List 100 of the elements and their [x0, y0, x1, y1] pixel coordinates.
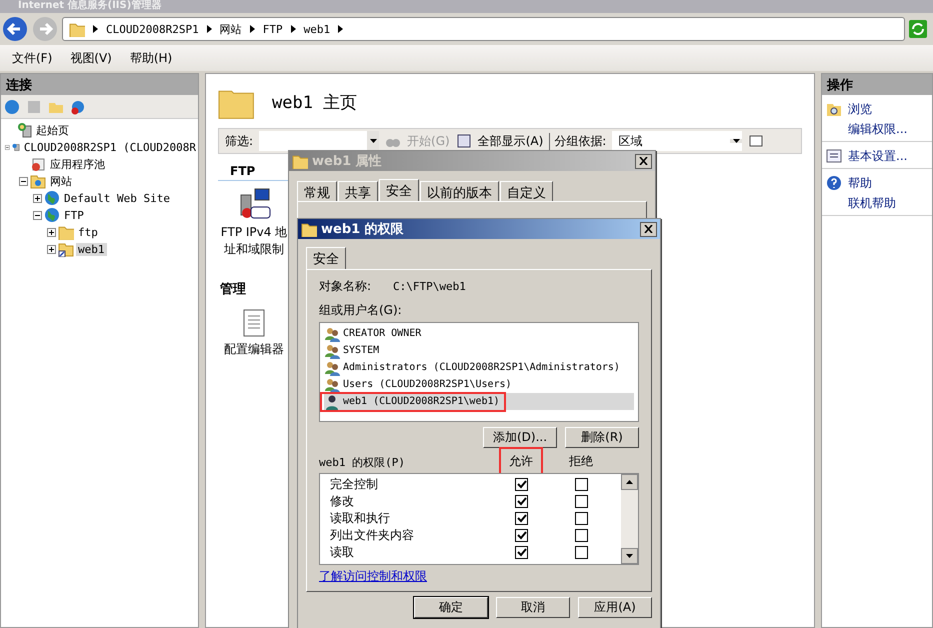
- add-button[interactable]: 添加(D)...: [483, 427, 557, 448]
- settings-icon: [826, 148, 842, 164]
- tree-item[interactable]: ftp: [76, 226, 100, 238]
- pane-header: 操作: [822, 74, 932, 95]
- dropdown-icon[interactable]: [626, 554, 633, 558]
- checkbox[interactable]: [574, 478, 588, 491]
- group-by-select[interactable]: 区域: [612, 131, 742, 151]
- caret-icon[interactable]: [93, 25, 98, 33]
- column-header: 拒绝: [568, 453, 594, 470]
- collapse-toggle[interactable]: [5, 142, 10, 152]
- tree-item[interactable]: FTP: [62, 208, 86, 222]
- tab[interactable]: 共享: [338, 181, 378, 201]
- expand-toggle[interactable]: [47, 244, 56, 254]
- pool-icon: [30, 156, 46, 172]
- checkbox[interactable]: [574, 529, 588, 542]
- menu-item[interactable]: 帮助(H): [130, 50, 172, 66]
- dialog-button[interactable]: 应用(A): [578, 597, 652, 618]
- menu-item[interactable]: 视图(V): [70, 50, 112, 66]
- tab[interactable]: 安全: [379, 179, 419, 201]
- breadcrumb-item[interactable]: web1: [304, 22, 330, 36]
- shortcut-folder-icon: [58, 241, 74, 257]
- checkbox[interactable]: [574, 512, 588, 525]
- help-link[interactable]: 了解访问控制和权限: [319, 569, 427, 583]
- tree-item[interactable]: web1: [76, 242, 106, 256]
- globe-icon: [4, 98, 20, 114]
- page-title: web1 主页: [272, 92, 358, 114]
- caret-icon[interactable]: [206, 25, 212, 33]
- collapse-toggle[interactable]: [19, 176, 28, 186]
- close-icon[interactable]: [644, 225, 653, 233]
- scrollbar[interactable]: [621, 474, 638, 564]
- checkbox[interactable]: [514, 529, 528, 542]
- breadcrumb-item[interactable]: 网站: [220, 22, 242, 36]
- checkbox[interactable]: [514, 512, 528, 525]
- action-link[interactable]: 基本设置...: [848, 148, 908, 164]
- caret-icon[interactable]: [250, 25, 255, 33]
- feature-label[interactable]: FTP IPv4 地址和域限制: [218, 224, 290, 258]
- user-list-item[interactable]: Users (CLOUD2008R2SP1\Users): [343, 379, 512, 390]
- help-icon: [826, 175, 842, 191]
- action-link[interactable]: 浏览: [848, 100, 872, 118]
- dropdown-icon[interactable]: [732, 139, 740, 143]
- feature-label[interactable]: 配置编辑器: [224, 341, 284, 358]
- pane-header: 连接: [1, 74, 198, 95]
- folder-icon: [301, 221, 317, 237]
- users-icon: [324, 376, 340, 392]
- show-all-button[interactable]: 全部显示(A): [478, 132, 544, 150]
- tree-item[interactable]: 应用程序池: [48, 156, 107, 172]
- column-header: 允许: [508, 453, 534, 470]
- checkbox[interactable]: [514, 546, 528, 559]
- action-link[interactable]: 帮助: [848, 174, 872, 192]
- shortcut-folder-icon: [69, 21, 85, 37]
- breadcrumb-item[interactable]: CLOUD2008R2SP1: [106, 22, 199, 36]
- forward-icon: [32, 16, 58, 42]
- close-button[interactable]: [635, 154, 652, 168]
- menu-item[interactable]: 文件(F): [12, 50, 52, 66]
- close-icon[interactable]: [639, 157, 648, 165]
- disconnect-icon: [70, 98, 86, 114]
- checkbox[interactable]: [514, 495, 528, 508]
- permission-name: 修改: [330, 493, 355, 510]
- group-list-label: 组或用户名(G):: [319, 302, 403, 319]
- tree-item[interactable]: Default Web Site: [62, 192, 172, 204]
- action-link[interactable]: 联机帮助: [848, 194, 896, 212]
- tree-item[interactable]: 网站: [48, 174, 74, 188]
- address-bar[interactable]: CLOUD2008R2SP1 网站 FTP web1: [62, 17, 905, 41]
- refresh-icon: [909, 20, 927, 38]
- object-name-value: C:\FTP\web1: [393, 280, 466, 293]
- caret-icon[interactable]: [290, 25, 296, 33]
- object-name-label: 对象名称:: [319, 278, 372, 295]
- globe-icon: [44, 190, 60, 206]
- action-link[interactable]: 编辑权限...: [848, 120, 908, 138]
- expand-toggle[interactable]: [47, 228, 56, 236]
- user-icon: [324, 394, 340, 410]
- filter-field[interactable]: [259, 131, 380, 151]
- breadcrumb-item[interactable]: FTP: [262, 22, 283, 36]
- close-button[interactable]: [640, 222, 657, 236]
- tab[interactable]: 常规: [297, 181, 337, 201]
- tree-item[interactable]: CLOUD2008R2SP1 (CLOUD2008R: [22, 140, 198, 154]
- tree-item[interactable]: 起始页: [34, 122, 71, 138]
- users-icon: [324, 326, 340, 342]
- dialog-title: web1 属性: [312, 153, 382, 170]
- user-list-item[interactable]: SYSTEM: [343, 345, 380, 356]
- tab[interactable]: 自定义: [500, 181, 553, 201]
- checkbox[interactable]: [574, 546, 588, 559]
- checkbox[interactable]: [514, 478, 528, 491]
- caret-icon[interactable]: [338, 25, 344, 33]
- tab[interactable]: 安全: [306, 247, 346, 269]
- permissions-label: web1 的权限(P): [319, 455, 406, 470]
- dropdown-icon[interactable]: [370, 139, 377, 143]
- remove-button[interactable]: 删除(R): [565, 427, 639, 448]
- checkbox[interactable]: [574, 495, 588, 508]
- dialog-title: web1 的权限: [321, 221, 404, 238]
- section-header: 管理: [219, 281, 247, 299]
- user-list-item[interactable]: CREATOR OWNER: [343, 328, 422, 339]
- permission-name: 完全控制: [330, 476, 379, 493]
- collapse-toggle[interactable]: [33, 210, 42, 220]
- dialog-button[interactable]: 确定: [414, 597, 488, 618]
- user-list-item[interactable]: Administrators (CLOUD2008R2SP1\Administrators): [343, 362, 620, 373]
- scroll-up-icon[interactable]: [626, 480, 633, 484]
- expand-toggle[interactable]: [33, 194, 42, 202]
- tab[interactable]: 以前的版本: [420, 181, 499, 201]
- dialog-button[interactable]: 取消: [496, 597, 570, 618]
